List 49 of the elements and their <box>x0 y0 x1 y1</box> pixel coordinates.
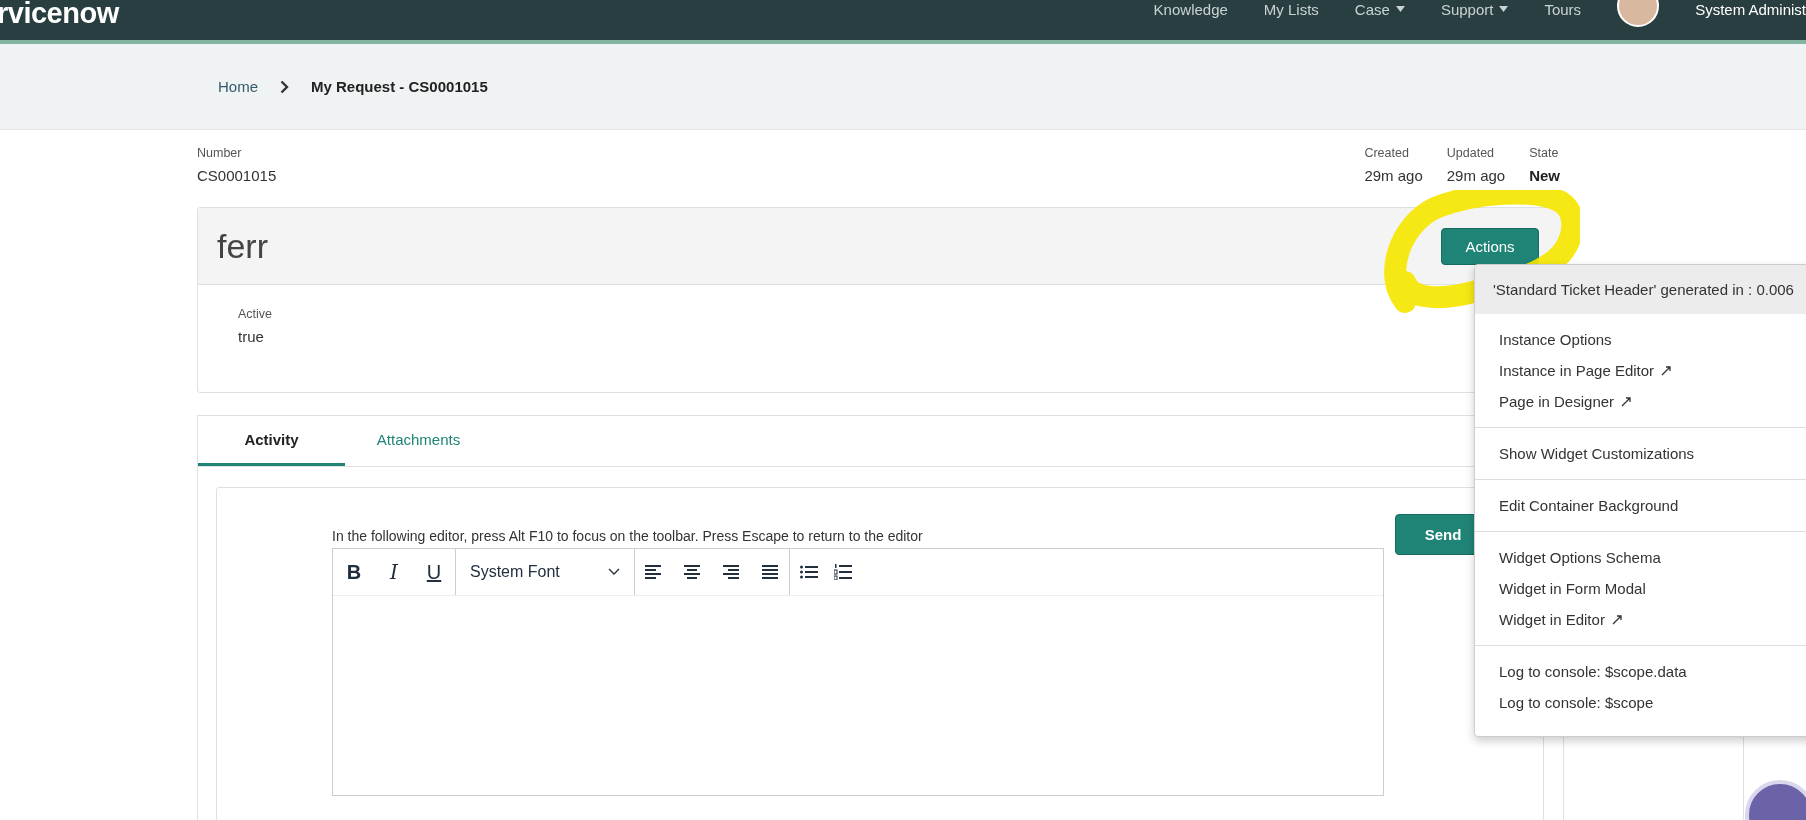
nav-link[interactable]: Knowledge <box>1153 0 1228 18</box>
align-center-icon[interactable] <box>683 565 701 579</box>
menu-header: 'Standard Ticket Header' generated in : 0.006 <box>1475 265 1806 314</box>
field-value: 29m ago <box>1446 167 1506 184</box>
external-link-icon <box>1611 614 1622 625</box>
tab[interactable]: Activity <box>198 416 345 466</box>
field-value: 29m ago <box>1364 167 1423 184</box>
numbered-list-icon[interactable] <box>833 564 852 580</box>
external-link-icon <box>1661 365 1672 376</box>
field-label: State <box>1529 146 1560 160</box>
field-label: Updated <box>1446 146 1496 160</box>
format-button[interactable]: U <box>423 560 445 584</box>
actions-button[interactable]: Actions <box>1441 227 1539 265</box>
align-left-icon[interactable] <box>644 565 662 579</box>
menu-item[interactable]: Log to console: $scope <box>1475 687 1806 718</box>
chevron-down-icon <box>607 568 620 576</box>
align-right-icon[interactable] <box>722 565 740 579</box>
field-label: Number <box>197 146 243 160</box>
format-button[interactable]: I <box>383 560 405 584</box>
user-name[interactable]: System Administ <box>1695 0 1806 18</box>
field-label: Active <box>238 307 274 321</box>
field-label: Created <box>1364 146 1410 160</box>
nav-link[interactable]: Tours <box>1544 0 1582 18</box>
editor-hint: In the following editor, press Alt F10 to focus on the toolbar. Press Escape to return to the editor <box>332 528 924 544</box>
rich-text-editor[interactable]: B I U System Font <box>332 548 1384 796</box>
format-button[interactable]: B <box>343 560 365 584</box>
caret-icon <box>1395 6 1405 12</box>
external-link-icon <box>1621 396 1632 407</box>
nav-link[interactable]: Case <box>1354 0 1405 18</box>
menu-item[interactable]: Page in Designer <box>1475 386 1806 417</box>
menu-item[interactable]: Show Widget Customizations <box>1475 438 1806 469</box>
align-justify-icon[interactable] <box>761 565 779 579</box>
breadcrumb-item[interactable]: Home <box>218 78 258 95</box>
menu-item[interactable]: Widget in Form Modal <box>1475 573 1806 604</box>
record-title: ferr <box>217 226 268 266</box>
field-value: CS0001015 <box>197 167 277 184</box>
menu-item[interactable]: Log to console: $scope.data <box>1475 656 1806 687</box>
nav-link[interactable]: Support <box>1440 0 1509 18</box>
chevron-right-icon <box>280 79 289 94</box>
tab[interactable]: Attachments <box>345 416 492 466</box>
field-value: New <box>1529 167 1560 184</box>
menu-item[interactable]: Widget in Editor <box>1475 604 1806 635</box>
nav-link[interactable]: My Lists <box>1263 0 1319 18</box>
breadcrumb-item: My Request - CS0001015 <box>311 78 488 95</box>
menu-item[interactable]: Instance in Page Editor <box>1475 355 1806 386</box>
caret-icon <box>1499 6 1509 12</box>
font-dropdown[interactable]: System Font <box>466 563 624 581</box>
bullet-list-icon[interactable] <box>799 565 818 579</box>
menu-item[interactable]: Instance Options <box>1475 324 1806 355</box>
